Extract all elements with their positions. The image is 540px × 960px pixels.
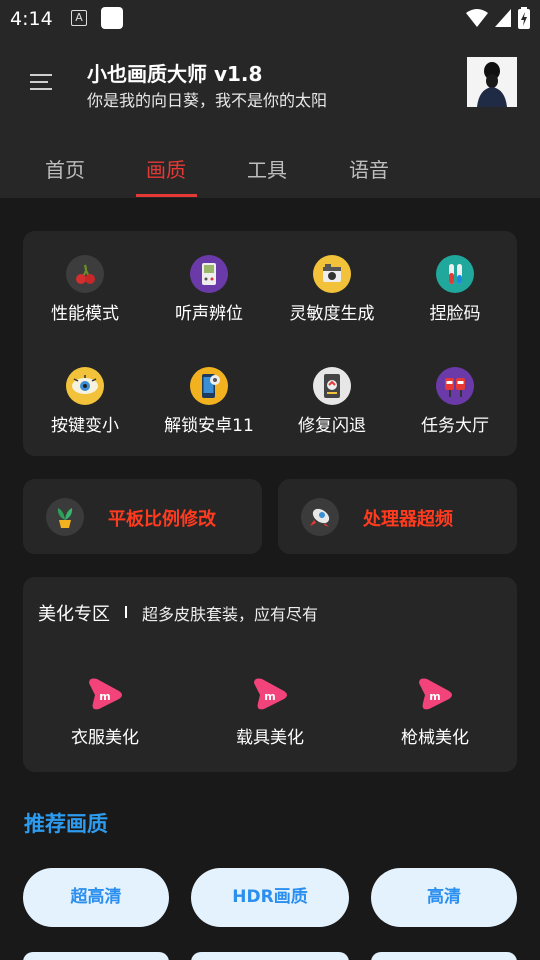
tab-quality[interactable]: 画质 <box>146 154 186 183</box>
tab-active-indicator <box>136 194 197 197</box>
cpu-overclock-label: 处理器超频 <box>363 509 453 530</box>
app-subtitle: 你是我的向日葵，我不是你的太阳 <box>87 91 328 110</box>
beauty-item-guns[interactable]: m 枪械美化 <box>365 677 505 748</box>
grid-label: 听声辨位 <box>175 304 243 324</box>
repair-icon <box>313 367 351 405</box>
svg-text:m: m <box>264 690 275 703</box>
status-bar: 4:14 A <box>0 0 540 38</box>
tab-tools[interactable]: 工具 <box>247 154 287 183</box>
svg-text:m: m <box>429 690 440 703</box>
avatar[interactable] <box>467 57 517 107</box>
grid-item-unlock-android11[interactable]: 解锁安卓11 <box>147 367 271 436</box>
grid-item-sound[interactable]: 听声辨位 <box>147 255 271 324</box>
rocket-icon <box>301 498 339 536</box>
grid-item-task-hall[interactable]: 任务大厅 <box>393 367 517 436</box>
beauty-item-vehicle[interactable]: m 载具美化 <box>200 677 340 748</box>
beauty-item-clothes[interactable]: m 衣服美化 <box>35 677 175 748</box>
grid-item-fix-crash[interactable]: 修复闪退 <box>270 367 394 436</box>
pill-next-row-2[interactable] <box>191 952 349 960</box>
status-time: 4:14 <box>10 8 53 30</box>
grid-item-facecode[interactable]: 捏脸码 <box>393 255 517 324</box>
tab-bar: 首页 画质 工具 语音 <box>0 138 540 198</box>
pill-ultra-hd[interactable]: 超高清 <box>23 868 169 927</box>
app-title: 小也画质大师 v1.8 <box>87 62 263 86</box>
cpu-overclock-button[interactable]: 处理器超频 <box>278 479 517 554</box>
grid-label: 捏脸码 <box>429 304 481 324</box>
grid-label: 性能模式 <box>51 304 119 324</box>
recommend-title: 推荐画质 <box>24 812 108 836</box>
notification-app-icon <box>101 7 123 29</box>
plant-icon <box>46 498 84 536</box>
beauty-item-label: 枪械美化 <box>401 728 469 748</box>
tablet-ratio-label: 平板比例修改 <box>108 509 216 530</box>
app-header: 小也画质大师 v1.8 你是我的向日葵，我不是你的太阳 <box>0 38 540 138</box>
gameboy-icon <box>190 255 228 293</box>
beauty-divider <box>125 606 127 618</box>
notification-a-icon: A <box>71 10 87 26</box>
menu-icon[interactable] <box>30 74 54 94</box>
battery-icon <box>518 7 530 33</box>
pill-next-row-3[interactable] <box>371 952 517 960</box>
beauty-m-icon: m <box>254 678 287 710</box>
pill-next-row-1[interactable] <box>23 952 169 960</box>
wifi-icon <box>466 8 488 32</box>
grid-item-buttons-smaller[interactable]: 按键变小 <box>23 367 147 436</box>
grid-label: 按键变小 <box>51 416 119 436</box>
grid-label: 任务大厅 <box>421 416 489 436</box>
grid-label: 解锁安卓11 <box>164 416 254 436</box>
pill-hdr[interactable]: HDR画质 <box>191 868 349 927</box>
status-icons <box>466 7 530 33</box>
svg-text:m: m <box>99 690 110 703</box>
beauty-zone-title: 美化专区 <box>38 604 110 625</box>
tablet-ratio-button[interactable]: 平板比例修改 <box>23 479 262 554</box>
grid-label: 修复闪退 <box>298 416 366 436</box>
pill-hd[interactable]: 高清 <box>371 868 517 927</box>
mailbox-icon <box>436 367 474 405</box>
cherry-icon <box>66 255 104 293</box>
grid-label: 灵敏度生成 <box>289 304 375 324</box>
grid-item-sensitivity[interactable]: 灵敏度生成 <box>270 255 394 324</box>
beauty-m-icon: m <box>89 678 122 710</box>
phone-gear-icon <box>190 367 228 405</box>
beauty-zone-subtitle: 超多皮肤套装，应有尽有 <box>142 605 319 624</box>
eye-icon <box>66 367 104 405</box>
beauty-item-label: 衣服美化 <box>71 728 139 748</box>
test-tube-icon <box>436 255 474 293</box>
beauty-zone-card: 美化专区 超多皮肤套装，应有尽有 m 衣服美化 m 载具美化 m 枪械美化 <box>23 577 517 772</box>
grid-item-performance[interactable]: 性能模式 <box>23 255 147 324</box>
tab-voice[interactable]: 语音 <box>349 154 389 183</box>
beauty-item-label: 载具美化 <box>236 728 304 748</box>
camera-icon <box>313 255 351 293</box>
signal-icon <box>494 8 512 32</box>
tab-home[interactable]: 首页 <box>45 154 85 183</box>
feature-grid-card: 性能模式 听声辨位 灵敏度生成 捏脸码 按键变小 解锁安卓11 修复闪退 任务大… <box>23 231 517 456</box>
beauty-m-icon: m <box>419 678 452 710</box>
